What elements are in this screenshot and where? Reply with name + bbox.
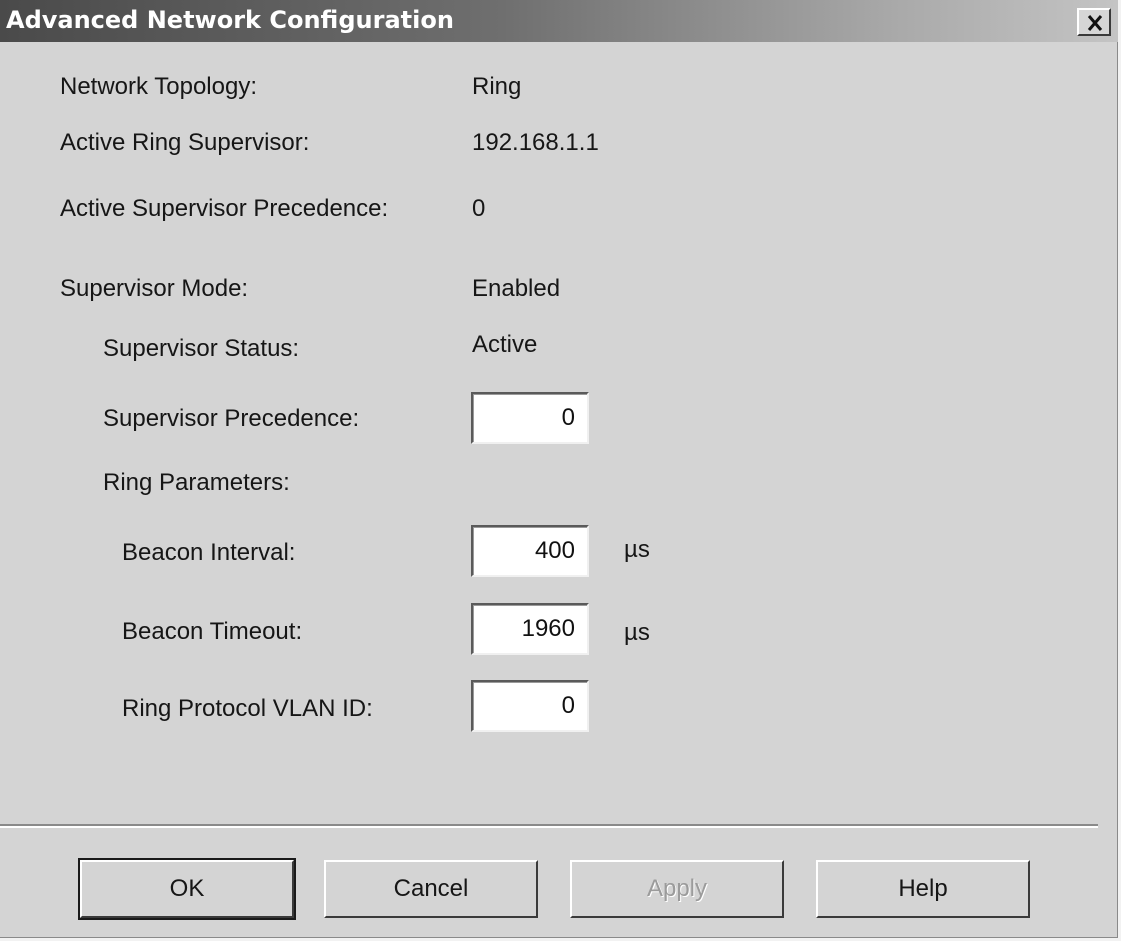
supervisor-mode-value: Enabled (472, 275, 561, 302)
ring-parameters-label: Ring Parameters: (103, 469, 290, 496)
supervisor-status-label: Supervisor Status: (103, 335, 300, 362)
ring-protocol-vlan-id-input[interactable] (475, 684, 581, 728)
beacon-interval-unit: µs (624, 536, 650, 563)
active-supervisor-precedence-value: 0 (472, 195, 486, 222)
beacon-interval-label: Beacon Interval: (122, 539, 296, 566)
beacon-interval-input[interactable] (475, 529, 581, 573)
supervisor-precedence-input[interactable] (475, 396, 581, 440)
active-ring-supervisor-label: Active Ring Supervisor: (60, 129, 310, 156)
close-button[interactable] (1077, 8, 1111, 36)
advanced-network-configuration-dialog: Advanced Network Configuration Network T… (0, 0, 1121, 941)
active-supervisor-precedence-label: Active Supervisor Precedence: (60, 195, 389, 222)
apply-button[interactable]: Apply (570, 860, 784, 918)
help-button[interactable]: Help (816, 860, 1030, 918)
ring-protocol-vlan-id-label: Ring Protocol VLAN ID: (122, 695, 373, 722)
network-topology-value: Ring (472, 73, 522, 100)
supervisor-mode-label: Supervisor Mode: (60, 275, 249, 302)
network-topology-label: Network Topology: (60, 73, 257, 100)
close-x-icon (1087, 15, 1103, 31)
button-separator (0, 824, 1098, 828)
beacon-timeout-input[interactable] (475, 607, 581, 651)
ok-button[interactable]: OK (78, 858, 296, 920)
supervisor-status-value: Active (472, 331, 538, 358)
beacon-timeout-field[interactable] (471, 603, 589, 655)
beacon-timeout-label: Beacon Timeout: (122, 618, 303, 645)
supervisor-precedence-label: Supervisor Precedence: (103, 405, 360, 432)
supervisor-precedence-field[interactable] (471, 392, 589, 444)
title-bar[interactable]: Advanced Network Configuration (0, 0, 1118, 42)
cancel-button[interactable]: Cancel (324, 860, 538, 918)
beacon-interval-field[interactable] (471, 525, 589, 577)
window-title: Advanced Network Configuration (6, 6, 454, 34)
active-ring-supervisor-value: 192.168.1.1 (472, 129, 599, 156)
ring-protocol-vlan-id-field[interactable] (471, 680, 589, 732)
beacon-timeout-unit: µs (624, 619, 650, 646)
